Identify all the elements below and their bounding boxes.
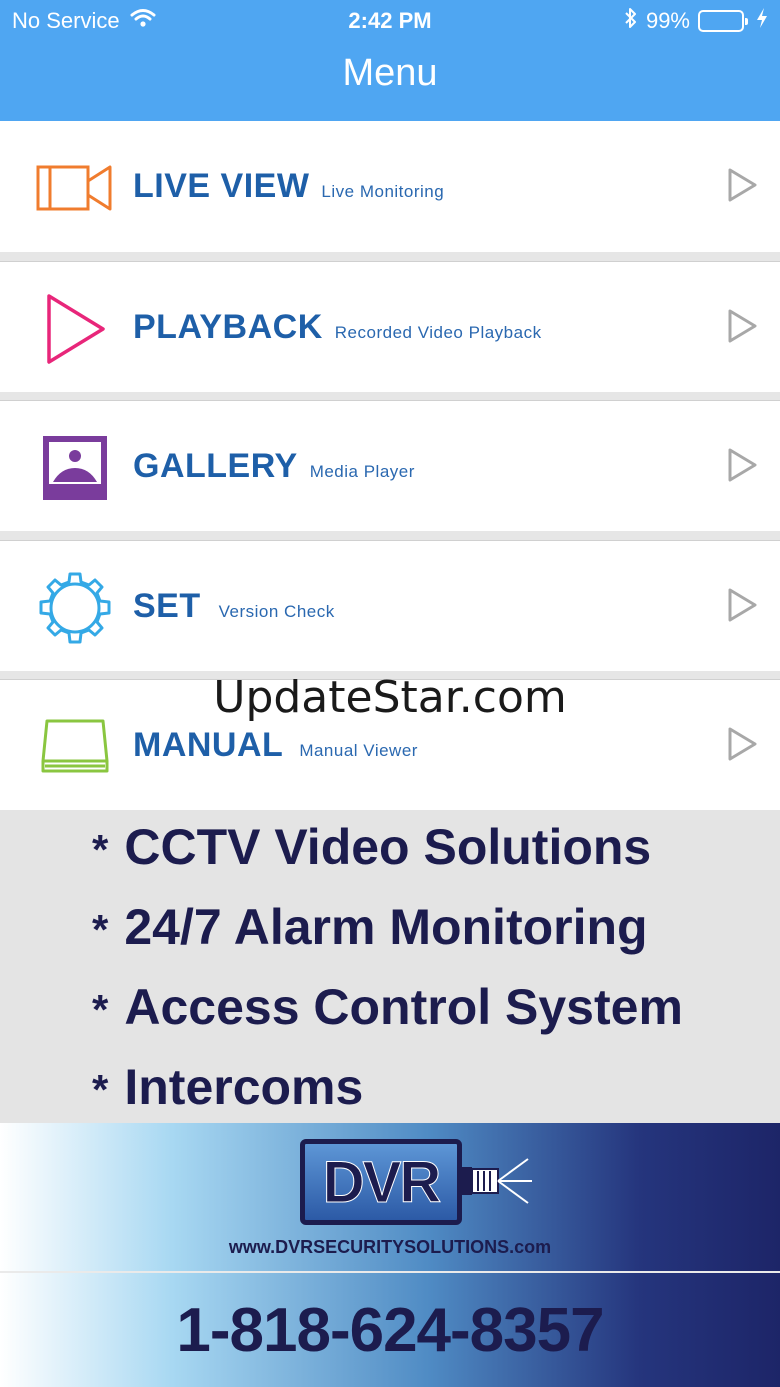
- services-panel: * CCTV Video Solutions * 24/7 Alarm Monito…: [0, 810, 780, 1123]
- menu-item-live-view[interactable]: LIVE VIEW Live Monitoring: [0, 121, 780, 252]
- image-icon: [36, 431, 114, 505]
- camera-icon: [462, 1153, 534, 1209]
- menu-item-playback[interactable]: PLAYBACK Recorded Video Playback: [0, 261, 780, 392]
- bullet: *: [92, 826, 109, 873]
- menu-item-subtitle: Recorded Video Playback: [334, 323, 542, 342]
- menu-item-subtitle: Version Check: [218, 602, 335, 621]
- menu-item-set[interactable]: SET Version Check: [0, 540, 780, 671]
- chevron-right-icon: [726, 167, 758, 203]
- menu-item-subtitle: Manual Viewer: [299, 741, 418, 760]
- service-line: * Access Control System: [92, 979, 683, 1035]
- header: No Service 2:42 PM 99% Menu: [0, 0, 780, 121]
- chevron-right-icon: [726, 308, 758, 344]
- play-icon: [36, 292, 114, 366]
- ad-banner[interactable]: DVR www.DVRSECURITYSOLUTIONS.com 1-818-6…: [0, 1123, 780, 1387]
- bullet: *: [92, 986, 109, 1033]
- menu-item-label: MANUAL: [133, 726, 284, 764]
- logo-text: DVR: [322, 1149, 441, 1215]
- divider: [0, 1271, 780, 1273]
- dvr-logo: DVR: [300, 1139, 462, 1225]
- video-camera-icon: [36, 151, 114, 225]
- bullet: *: [92, 1066, 109, 1113]
- menu-item-subtitle: Live Monitoring: [321, 182, 445, 201]
- watermark: UpdateStar.com: [213, 672, 567, 723]
- menu-item-label: PLAYBACK: [133, 308, 323, 346]
- menu-item-label: SET: [133, 587, 201, 625]
- service-line: * CCTV Video Solutions: [92, 819, 652, 875]
- service-line: * Intercoms: [92, 1059, 364, 1115]
- website-link[interactable]: www.DVRSECURITYSOLUTIONS.com: [0, 1237, 780, 1258]
- menu-item-label: LIVE VIEW: [133, 167, 310, 205]
- battery-percent: 99%: [645, 8, 690, 33]
- gear-icon: [36, 571, 114, 645]
- chevron-right-icon: [726, 726, 758, 762]
- charging-icon: [756, 7, 768, 35]
- bluetooth-icon: [624, 7, 638, 35]
- chevron-right-icon: [726, 447, 758, 483]
- page-title: Menu: [342, 52, 438, 94]
- service-line: * 24/7 Alarm Monitoring: [92, 899, 648, 955]
- status-bar: No Service 2:42 PM 99%: [0, 0, 780, 40]
- menu-item-gallery[interactable]: GALLERY Media Player: [0, 400, 780, 531]
- menu-item-label: GALLERY: [133, 447, 298, 485]
- chevron-right-icon: [726, 587, 758, 623]
- phone-number[interactable]: 1-818-624-8357: [0, 1295, 780, 1366]
- menu-item-subtitle: Media Player: [309, 462, 415, 481]
- battery-icon: [698, 10, 748, 32]
- app-screen: No Service 2:42 PM 99% Menu LIVE VIEW Li…: [0, 0, 780, 1387]
- bullet: *: [92, 906, 109, 953]
